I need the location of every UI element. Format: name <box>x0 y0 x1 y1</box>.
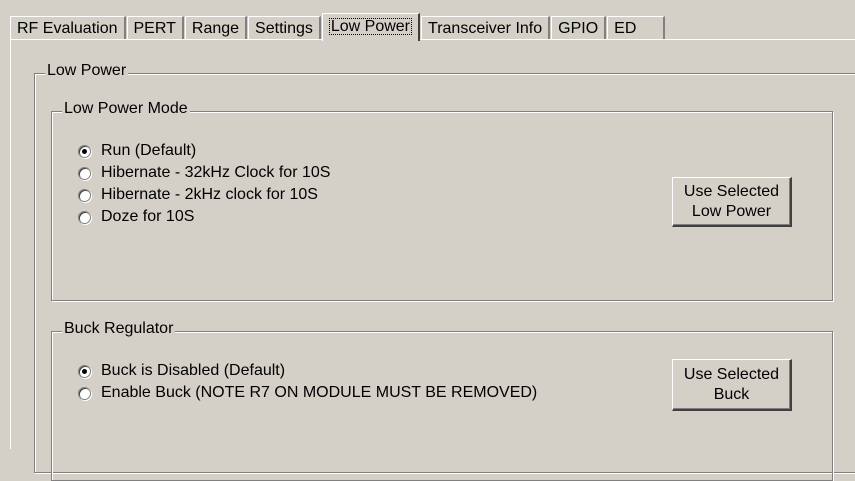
tab-label: RF Evaluation <box>17 20 118 37</box>
tab-gpio[interactable]: GPIO <box>551 16 607 40</box>
tab-label: Low Power <box>328 18 413 35</box>
radio-hibernate-2khz[interactable]: Hibernate - 2kHz clock for 10S <box>78 186 318 204</box>
tab-label: PERT <box>133 20 176 37</box>
button-label-line1: Use Selected <box>683 365 780 383</box>
radio-enable-buck[interactable]: Enable Buck (NOTE R7 ON MODULE MUST BE R… <box>78 384 537 402</box>
tab-transceiver-info[interactable]: Transceiver Info <box>421 16 551 40</box>
low-power-mode-group: Low Power Mode Run (Default) Hibernate -… <box>51 100 833 301</box>
radio-doze[interactable]: Doze for 10S <box>78 208 194 226</box>
tab-range[interactable]: Range <box>184 16 248 40</box>
radio-hibernate-32khz[interactable]: Hibernate - 32kHz Clock for 10S <box>78 164 330 182</box>
radio-label: Hibernate - 2kHz clock for 10S <box>101 186 318 203</box>
tab-label: Transceiver Info <box>428 20 543 37</box>
radio-buck-disabled[interactable]: Buck is Disabled (Default) <box>78 362 285 380</box>
radio-run-default[interactable]: Run (Default) <box>78 142 196 160</box>
tab-settings[interactable]: Settings <box>248 16 321 40</box>
tab-label: Range <box>191 20 240 37</box>
tab-pert[interactable]: PERT <box>126 16 184 40</box>
buck-regulator-group: Buck Regulator Buck is Disabled (Default… <box>51 320 833 481</box>
tab-low-power[interactable]: Low Power <box>321 13 421 41</box>
tab-label: Settings <box>255 20 313 37</box>
tab-ed[interactable]: ED <box>607 16 666 40</box>
radio-button[interactable] <box>78 166 91 180</box>
radio-button[interactable] <box>78 210 91 224</box>
low-power-group-title: Low Power <box>45 62 129 80</box>
radio-button-checked[interactable] <box>78 144 91 158</box>
radio-label: Buck is Disabled (Default) <box>101 362 286 379</box>
tab-panel: Low Power Low Power Mode Run (Default) H… <box>10 39 855 481</box>
use-selected-low-power-button[interactable]: Use Selected Low Power <box>672 177 792 227</box>
tab-label: ED <box>614 20 637 37</box>
low-power-mode-title: Low Power Mode <box>62 100 190 118</box>
radio-button-checked[interactable] <box>78 364 91 378</box>
radio-button[interactable] <box>78 188 91 202</box>
tab-strip: RF Evaluation PERT Range Settings Low Po… <box>10 12 666 41</box>
tab-label: GPIO <box>558 20 599 37</box>
buck-regulator-title: Buck Regulator <box>62 320 176 338</box>
button-label-line2: Low Power <box>691 202 772 220</box>
use-selected-buck-button[interactable]: Use Selected Buck <box>672 359 792 411</box>
radio-button[interactable] <box>78 386 91 400</box>
button-label-line2: Buck <box>713 385 750 403</box>
radio-label: Hibernate - 32kHz Clock for 10S <box>101 164 331 181</box>
radio-label: Doze for 10S <box>101 208 195 225</box>
low-power-group: Low Power Low Power Mode Run (Default) H… <box>34 62 855 481</box>
button-label-line1: Use Selected <box>683 182 780 200</box>
radio-label: Run (Default) <box>101 142 197 159</box>
tab-rf-evaluation[interactable]: RF Evaluation <box>10 16 126 40</box>
radio-label: Enable Buck (NOTE R7 ON MODULE MUST BE R… <box>101 384 538 401</box>
